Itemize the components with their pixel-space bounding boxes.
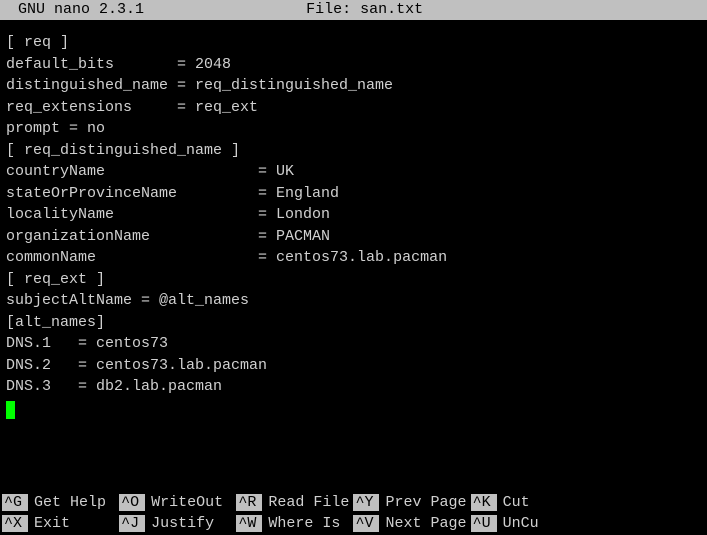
- shortcut-label: Next Page: [385, 515, 466, 532]
- shortcut-prev-page[interactable]: ^Y Prev Page: [353, 492, 470, 512]
- shortcut-writeout[interactable]: ^O WriteOut: [119, 492, 236, 512]
- shortcut-key: ^U: [471, 515, 497, 532]
- shortcut-justify[interactable]: ^J Justify: [119, 513, 236, 533]
- shortcut-label: Prev Page: [385, 494, 466, 511]
- file-line: [ req ]: [6, 34, 69, 51]
- file-line: organizationName = PACMAN: [6, 228, 330, 245]
- shortcut-key: ^Y: [353, 494, 379, 511]
- file-line: [ req_ext ]: [6, 271, 105, 288]
- file-line: localityName = London: [6, 206, 330, 223]
- file-line: DNS.3 = db2.lab.pacman: [6, 378, 222, 395]
- shortcut-cut[interactable]: ^K Cut: [471, 492, 588, 512]
- shortcut-key: ^G: [2, 494, 28, 511]
- shortcut-label: Where Is: [268, 515, 340, 532]
- shortcut-label: Exit: [34, 515, 70, 532]
- nano-editor: GNU nano 2.3.1 File: san.txt [ req ] def…: [0, 0, 707, 535]
- shortcut-label: UnCu: [503, 515, 539, 532]
- shortcut-bar: ^G Get Help ^O WriteOut ^R Read File ^Y …: [0, 492, 707, 535]
- shortcut-key: ^J: [119, 515, 145, 532]
- shortcut-key: ^O: [119, 494, 145, 511]
- file-title: File: san.txt: [306, 1, 423, 18]
- shortcut-label: Read File: [268, 494, 349, 511]
- file-line: commonName = centos73.lab.pacman: [6, 249, 447, 266]
- shortcut-key: ^K: [471, 494, 497, 511]
- shortcut-uncut[interactable]: ^U UnCu: [471, 513, 588, 533]
- shortcut-where-is[interactable]: ^W Where Is: [236, 513, 353, 533]
- shortcut-key: ^W: [236, 515, 262, 532]
- shortcut-get-help[interactable]: ^G Get Help: [2, 492, 119, 512]
- file-line: subjectAltName = @alt_names: [6, 292, 249, 309]
- file-line: DNS.2 = centos73.lab.pacman: [6, 357, 267, 374]
- file-line: req_extensions = req_ext: [6, 99, 258, 116]
- file-line: DNS.1 = centos73: [6, 335, 168, 352]
- shortcut-label: Get Help: [34, 494, 106, 511]
- shortcut-key: ^X: [2, 515, 28, 532]
- text-cursor: [6, 401, 15, 419]
- file-line: [alt_names]: [6, 314, 105, 331]
- shortcut-label: Cut: [503, 494, 530, 511]
- file-line: prompt = no: [6, 120, 105, 137]
- shortcut-label: WriteOut: [151, 494, 223, 511]
- file-line: default_bits = 2048: [6, 56, 231, 73]
- shortcut-next-page[interactable]: ^V Next Page: [353, 513, 470, 533]
- shortcut-read-file[interactable]: ^R Read File: [236, 492, 353, 512]
- shortcut-label: Justify: [151, 515, 214, 532]
- shortcut-key: ^R: [236, 494, 262, 511]
- file-line: distinguished_name = req_distinguished_n…: [6, 77, 393, 94]
- title-spacer: [144, 1, 306, 18]
- file-content[interactable]: [ req ] default_bits = 2048 distinguishe…: [0, 20, 707, 492]
- shortcut-key: ^V: [353, 515, 379, 532]
- file-line: [ req_distinguished_name ]: [6, 142, 240, 159]
- shortcut-exit[interactable]: ^X Exit: [2, 513, 119, 533]
- file-line: countryName = UK: [6, 163, 294, 180]
- file-line: stateOrProvinceName = England: [6, 185, 339, 202]
- title-bar: GNU nano 2.3.1 File: san.txt: [0, 0, 707, 20]
- shortcut-spacer: [588, 492, 705, 512]
- app-title: GNU nano 2.3.1: [0, 1, 144, 18]
